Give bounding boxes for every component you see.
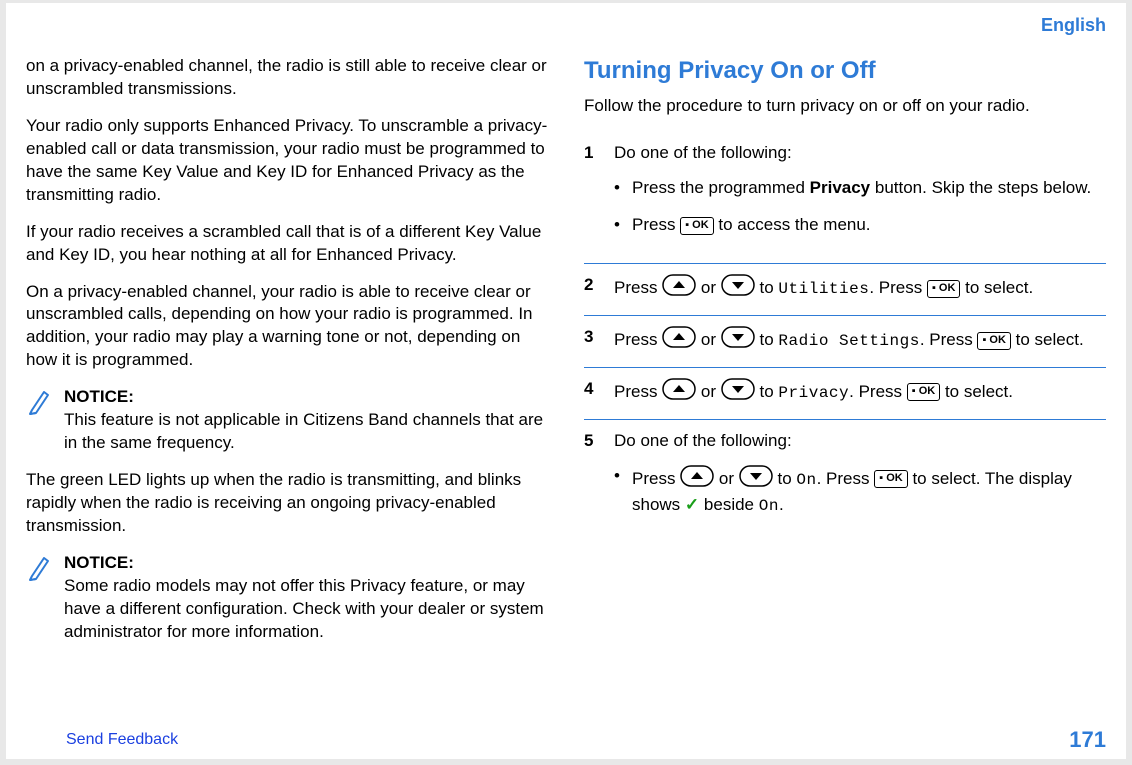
step-body: Press or to Radio Settings. Press ▪ OK t…	[614, 326, 1106, 355]
text: to	[760, 382, 779, 401]
sub-item: • Press the programmed Privacy button. S…	[614, 177, 1106, 200]
sub-content: Press ▪ OK to access the menu.	[632, 214, 1106, 237]
text: . Press	[920, 330, 978, 349]
up-arrow-icon	[662, 274, 696, 303]
up-arrow-icon	[662, 378, 696, 407]
menu-label: Utilities	[778, 280, 869, 298]
content-columns: on a privacy-enabled channel, the radio …	[26, 55, 1106, 658]
step-number: 1	[584, 142, 600, 251]
right-column: Turning Privacy On or Off Follow the pro…	[584, 55, 1106, 658]
down-arrow-icon	[721, 274, 755, 303]
text: beside	[704, 495, 759, 514]
menu-label: Privacy	[778, 384, 849, 402]
page-number: 171	[1069, 727, 1106, 753]
sub-content: Press the programmed Privacy button. Ski…	[632, 177, 1106, 200]
up-arrow-icon	[680, 465, 714, 494]
section-heading: Turning Privacy On or Off	[584, 55, 1106, 87]
sub-item: • Press ▪ OK to access the menu.	[614, 214, 1106, 237]
sub-item: • Press or to On. Press ▪ OK t	[614, 465, 1106, 518]
notice-body: NOTICE: Some radio models may not offer …	[64, 552, 548, 644]
text: or	[701, 382, 721, 401]
text: . Press	[817, 469, 875, 488]
paragraph: On a privacy-enabled channel, your radio…	[26, 281, 548, 373]
text: Press	[632, 469, 680, 488]
notice-text: This feature is not applicable in Citize…	[64, 410, 543, 452]
menu-label: Radio Settings	[778, 332, 919, 350]
text: to	[778, 469, 797, 488]
bullet-icon: •	[614, 177, 622, 200]
text: . Press	[869, 278, 927, 297]
sub-list: • Press the programmed Privacy button. S…	[614, 177, 1106, 237]
text: Press	[614, 330, 662, 349]
menu-label: On	[759, 497, 779, 515]
page: English on a privacy-enabled channel, th…	[6, 3, 1126, 759]
text: Press	[614, 382, 662, 401]
step-lead: Do one of the following:	[614, 143, 792, 162]
footer: Send Feedback 171	[66, 727, 1106, 753]
step-body: Do one of the following: • Press or to	[614, 430, 1106, 531]
notice-icon	[26, 388, 54, 416]
check-icon: ✓	[685, 495, 699, 514]
text: to select.	[965, 278, 1033, 297]
ok-button-icon: ▪ OK	[927, 280, 960, 298]
text: Press the programmed	[632, 178, 810, 197]
notice-title: NOTICE:	[64, 553, 134, 572]
notice-text: Some radio models may not offer this Pri…	[64, 576, 544, 641]
ok-button-icon: ▪ OK	[874, 470, 907, 488]
text: button. Skip the steps below.	[870, 178, 1091, 197]
step-body: Press or to Privacy. Press ▪ OK to selec…	[614, 378, 1106, 407]
step-number: 5	[584, 430, 600, 531]
left-column: on a privacy-enabled channel, the radio …	[26, 55, 548, 658]
paragraph: Your radio only supports Enhanced Privac…	[26, 115, 548, 207]
step-number: 2	[584, 274, 600, 303]
notice-block: NOTICE: Some radio models may not offer …	[26, 552, 548, 644]
sub-list: • Press or to On. Press ▪ OK t	[614, 465, 1106, 518]
step-body: Do one of the following: • Press the pro…	[614, 142, 1106, 251]
down-arrow-icon	[721, 326, 755, 355]
notice-block: NOTICE: This feature is not applicable i…	[26, 386, 548, 455]
bullet-icon: •	[614, 214, 622, 237]
text: to select.	[945, 382, 1013, 401]
ok-button-icon: ▪ OK	[680, 217, 713, 235]
step-item: 4 Press or to Privacy. Press ▪ OK to sel…	[584, 367, 1106, 419]
text: to	[760, 330, 779, 349]
step-body: Press or to Utilities. Press ▪ OK to sel…	[614, 274, 1106, 303]
text: Press	[614, 278, 662, 297]
send-feedback-link[interactable]: Send Feedback	[66, 731, 178, 749]
step-item: 2 Press or to Utilities. Press ▪ OK to s…	[584, 263, 1106, 315]
step-number: 3	[584, 326, 600, 355]
up-arrow-icon	[662, 326, 696, 355]
step-item: 1 Do one of the following: • Press the p…	[584, 132, 1106, 263]
down-arrow-icon	[739, 465, 773, 494]
text: or	[701, 278, 721, 297]
menu-label: On	[796, 471, 816, 489]
step-lead: Do one of the following:	[614, 431, 792, 450]
text: or	[719, 469, 739, 488]
sub-content: Press or to On. Press ▪ OK to select. Th…	[632, 465, 1106, 518]
text: .	[779, 495, 784, 514]
down-arrow-icon	[721, 378, 755, 407]
language-label: English	[1041, 15, 1106, 36]
paragraph: on a privacy-enabled channel, the radio …	[26, 55, 548, 101]
text: . Press	[849, 382, 907, 401]
step-item: 5 Do one of the following: • Press or	[584, 419, 1106, 543]
bold-label: Privacy	[810, 178, 871, 197]
step-number: 4	[584, 378, 600, 407]
notice-icon	[26, 554, 54, 582]
intro-text: Follow the procedure to turn privacy on …	[584, 95, 1106, 118]
paragraph: If your radio receives a scrambled call …	[26, 221, 548, 267]
step-item: 3 Press or to Radio Settings. Press ▪ OK…	[584, 315, 1106, 367]
steps-list: 1 Do one of the following: • Press the p…	[584, 132, 1106, 543]
text: Press	[632, 215, 680, 234]
ok-button-icon: ▪ OK	[977, 332, 1010, 350]
bullet-icon: •	[614, 465, 622, 518]
ok-button-icon: ▪ OK	[907, 383, 940, 401]
paragraph: The green LED lights up when the radio i…	[26, 469, 548, 538]
text: to access the menu.	[718, 215, 870, 234]
notice-body: NOTICE: This feature is not applicable i…	[64, 386, 548, 455]
notice-title: NOTICE:	[64, 387, 134, 406]
text: to select.	[1016, 330, 1084, 349]
text: or	[701, 330, 721, 349]
text: to	[760, 278, 779, 297]
